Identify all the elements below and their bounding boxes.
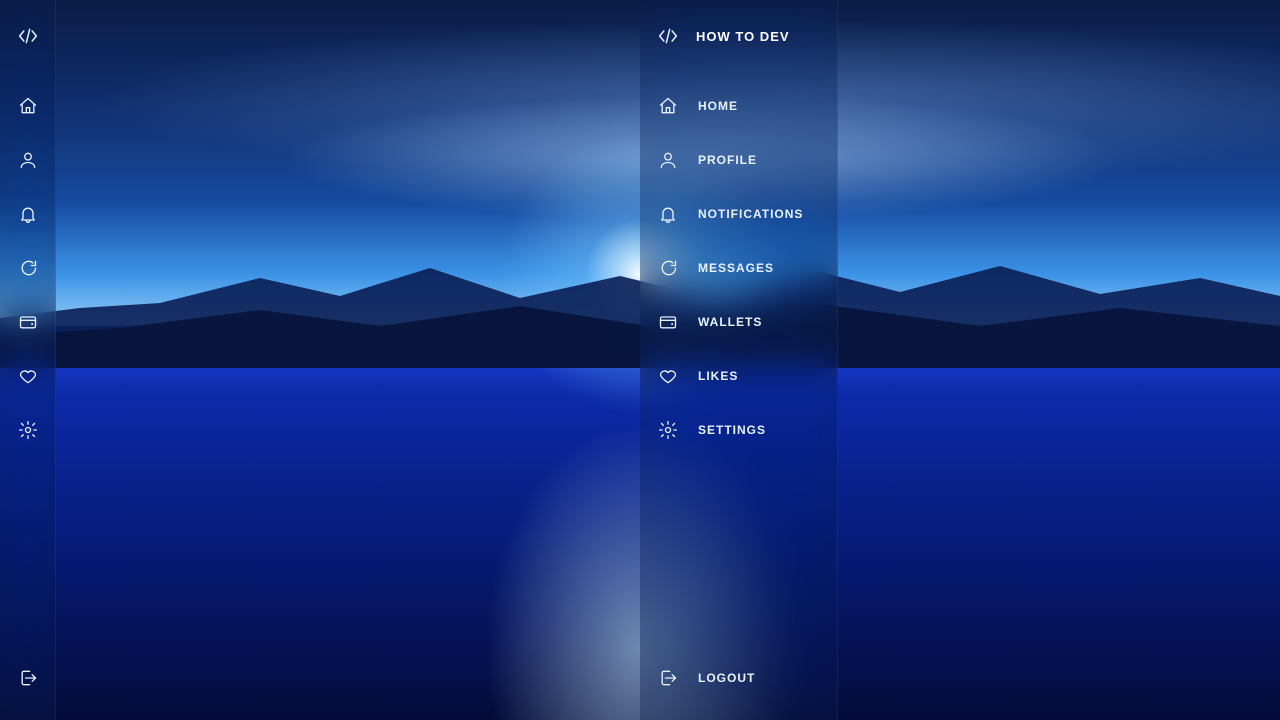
nav-logout[interactable]: LOGOUT bbox=[0, 654, 55, 702]
nav-notifications[interactable]: NOTIFICATIONS bbox=[0, 190, 55, 238]
nav-list: HOME PROFILE NOTIFICATIONS MESSAGES WALL… bbox=[0, 64, 55, 454]
nav-profile[interactable]: PROFILE bbox=[0, 136, 55, 184]
bell-icon bbox=[18, 204, 38, 224]
nav-likes[interactable]: LIKES bbox=[0, 352, 55, 400]
sidebar-collapsed: HOME PROFILE NOTIFICATIONS MESSAGES WALL… bbox=[0, 0, 56, 720]
nav-label: SETTINGS bbox=[698, 423, 766, 437]
brand[interactable] bbox=[0, 0, 55, 64]
wallet-icon bbox=[658, 312, 678, 332]
nav-messages[interactable]: MESSAGES bbox=[0, 244, 55, 292]
user-icon bbox=[18, 150, 38, 170]
logout-icon bbox=[658, 668, 678, 688]
chat-icon bbox=[18, 258, 38, 278]
heart-icon bbox=[18, 366, 38, 386]
nav-logout[interactable]: LOGOUT bbox=[640, 654, 837, 702]
chat-icon bbox=[658, 258, 678, 278]
nav-home[interactable]: HOME bbox=[640, 82, 837, 130]
heart-icon bbox=[658, 366, 678, 386]
nav-messages[interactable]: MESSAGES bbox=[640, 244, 837, 292]
home-icon bbox=[18, 96, 38, 116]
code-icon bbox=[18, 26, 38, 46]
nav-label: HOME bbox=[698, 99, 738, 113]
wallet-icon bbox=[18, 312, 38, 332]
gear-icon bbox=[658, 420, 678, 440]
nav-settings[interactable]: SETTINGS bbox=[640, 406, 837, 454]
brand[interactable]: HOW TO DEV bbox=[640, 0, 837, 64]
gear-icon bbox=[18, 420, 38, 440]
nav-label: PROFILE bbox=[698, 153, 757, 167]
nav-home[interactable]: HOME bbox=[0, 82, 55, 130]
nav-wallets[interactable]: WALLETS bbox=[0, 298, 55, 346]
nav-label: LIKES bbox=[698, 369, 738, 383]
nav-profile[interactable]: PROFILE bbox=[640, 136, 837, 184]
code-icon bbox=[658, 26, 678, 46]
sidebar-expanded: HOW TO DEV HOME PROFILE NOTIFICATIONS ME… bbox=[640, 0, 838, 720]
logout-icon bbox=[18, 668, 38, 688]
nav-label: NOTIFICATIONS bbox=[698, 207, 803, 221]
nav-label: LOGOUT bbox=[698, 671, 755, 685]
nav-likes[interactable]: LIKES bbox=[640, 352, 837, 400]
nav-notifications[interactable]: NOTIFICATIONS bbox=[640, 190, 837, 238]
nav-label: MESSAGES bbox=[698, 261, 774, 275]
nav-list: HOME PROFILE NOTIFICATIONS MESSAGES WALL… bbox=[640, 64, 837, 454]
nav-label: WALLETS bbox=[698, 315, 762, 329]
nav-wallets[interactable]: WALLETS bbox=[640, 298, 837, 346]
nav-settings[interactable]: SETTINGS bbox=[0, 406, 55, 454]
user-icon bbox=[658, 150, 678, 170]
home-icon bbox=[658, 96, 678, 116]
bell-icon bbox=[658, 204, 678, 224]
brand-title: HOW TO DEV bbox=[696, 29, 790, 44]
